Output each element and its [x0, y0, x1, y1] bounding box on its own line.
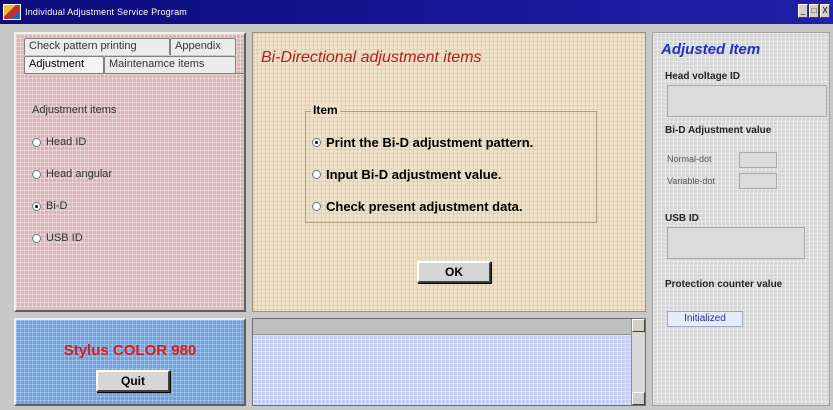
adjustment-items-label: Adjustment items — [32, 104, 117, 116]
protection-counter-label: Protection counter value — [665, 279, 783, 290]
radio-label: Bi-D — [46, 200, 68, 212]
adjustment-items-list: Head ID Head angular Bi-D USB ID — [32, 126, 112, 254]
vertical-scrollbar[interactable] — [631, 319, 645, 405]
head-voltage-label: Head voltage ID — [665, 71, 741, 82]
usb-id-field — [667, 227, 805, 259]
tab-maintenance-items[interactable]: Maintenamce items — [104, 56, 236, 73]
item-group-label: Item — [311, 103, 340, 117]
bi-d-panel: Bi-Directional adjustment items Item Pri… — [252, 32, 646, 312]
radio-head-angular[interactable]: Head angular — [32, 158, 112, 190]
bi-d-adjustment-label: Bi-D Adjustment value — [665, 125, 772, 136]
maximize-button[interactable]: □ — [809, 4, 819, 18]
radio-check-adjustment-data[interactable]: Check present adjustment data. — [312, 190, 533, 222]
variable-dot-label: Variable-dot — [667, 176, 715, 186]
head-voltage-field — [667, 85, 827, 117]
adjusted-item-title: Adjusted Item — [661, 41, 761, 58]
radio-head-id[interactable]: Head ID — [32, 126, 112, 158]
radio-button-selected-icon — [312, 137, 321, 147]
model-panel: Stylus COLOR 980 Quit — [14, 318, 246, 406]
close-button[interactable]: X — [820, 4, 830, 18]
variable-dot-field — [739, 173, 777, 189]
window-title: Individual Adjustment Service Program — [25, 7, 187, 17]
window-controls: _ □ X — [798, 4, 830, 18]
radio-usb-id[interactable]: USB ID — [32, 222, 112, 254]
scroll-down-icon[interactable] — [632, 392, 645, 405]
radio-button-icon — [312, 201, 321, 211]
radio-button-icon — [32, 169, 41, 179]
radio-label: Check present adjustment data. — [326, 198, 523, 214]
title-bar: Individual Adjustment Service Program _ … — [0, 0, 833, 24]
log-area[interactable] — [252, 318, 646, 406]
app-icon — [3, 4, 21, 20]
normal-dot-label: Normal-dot — [667, 154, 712, 164]
log-header — [253, 319, 645, 335]
printer-model-name: Stylus COLOR 980 — [63, 342, 197, 359]
usb-id-label: USB ID — [665, 213, 699, 224]
adjustment-panel: Check pattern printing Appendix Adjustme… — [14, 32, 246, 312]
panel-heading: Bi-Directional adjustment items — [261, 49, 482, 66]
radio-label: Head angular — [46, 168, 113, 180]
radio-button-icon — [32, 137, 41, 147]
tab-adjustment[interactable]: Adjustment — [24, 56, 104, 73]
tab-appendix[interactable]: Appendix — [170, 38, 236, 55]
radio-label: Head ID — [46, 136, 87, 148]
ok-button[interactable]: OK — [417, 261, 491, 283]
radio-label: Print the Bi-D adjustment pattern. — [326, 134, 534, 150]
protection-counter-value[interactable]: Initialized — [667, 311, 743, 327]
minimize-button[interactable]: _ — [798, 4, 808, 18]
item-group-box: Item Print the Bi-D adjustment pattern. … — [305, 103, 597, 223]
radio-print-bi-d-pattern[interactable]: Print the Bi-D adjustment pattern. — [312, 126, 533, 158]
radio-button-selected-icon — [32, 201, 41, 211]
radio-bi-d[interactable]: Bi-D — [32, 190, 112, 222]
tab-check-pattern-printing[interactable]: Check pattern printing — [24, 38, 170, 55]
tab-strip: Check pattern printing Appendix Adjustme… — [24, 38, 246, 74]
adjusted-item-panel: Adjusted Item Head voltage ID Bi-D Adjus… — [652, 32, 830, 406]
radio-button-icon — [312, 169, 321, 179]
scroll-up-icon[interactable] — [632, 319, 645, 332]
radio-input-bi-d-value[interactable]: Input Bi-D adjustment value. — [312, 158, 533, 190]
radio-label: Input Bi-D adjustment value. — [326, 166, 502, 182]
normal-dot-field — [739, 152, 777, 168]
radio-label: USB ID — [46, 232, 83, 244]
radio-button-icon — [32, 233, 41, 243]
quit-button[interactable]: Quit — [96, 370, 170, 392]
